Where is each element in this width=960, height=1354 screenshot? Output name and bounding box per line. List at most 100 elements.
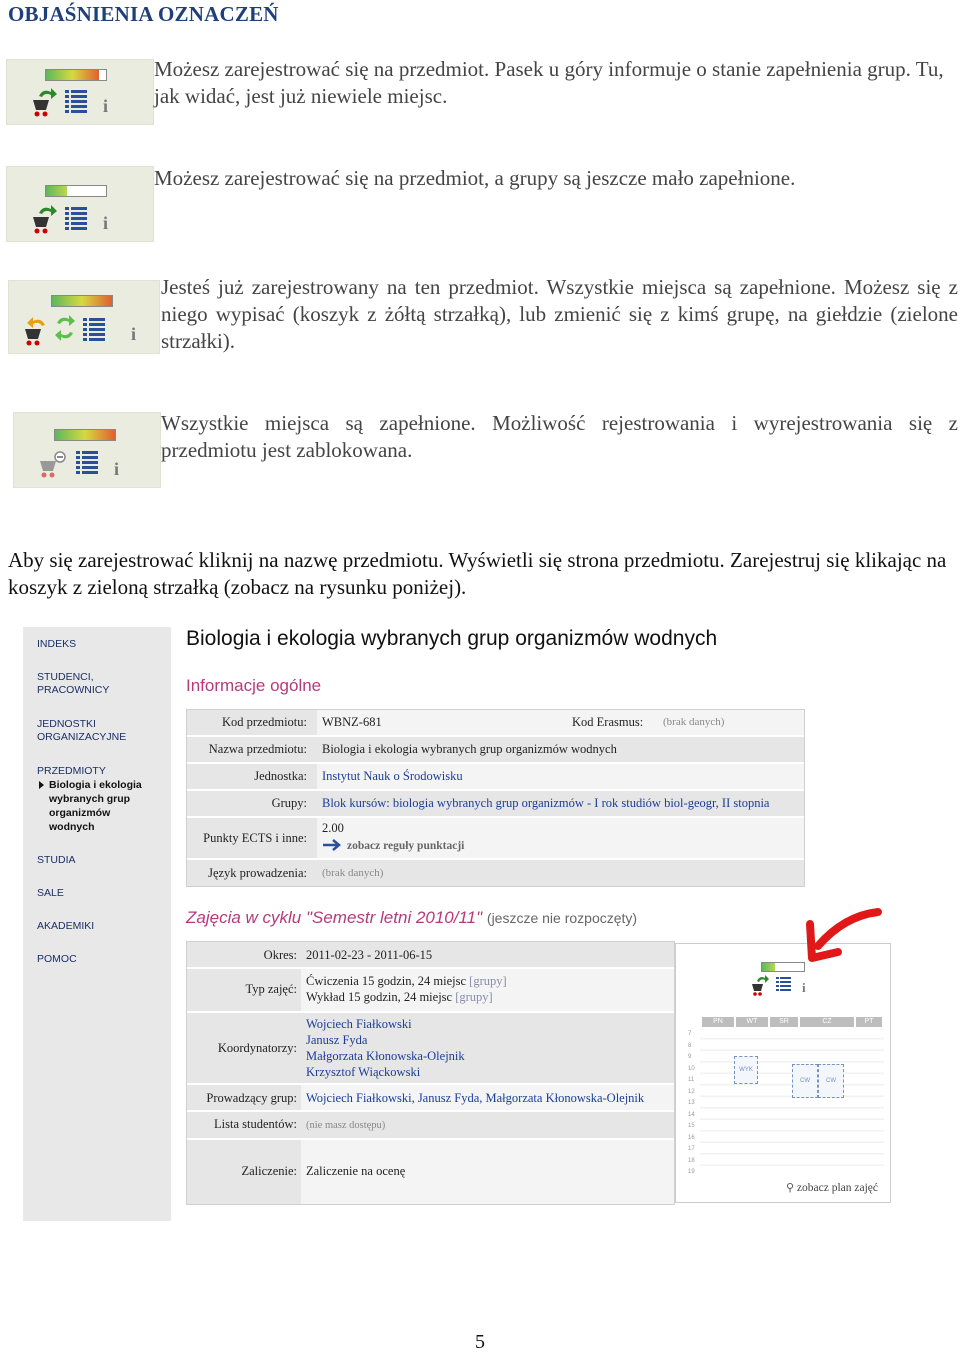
- nav-current-course-3[interactable]: organizmów: [49, 806, 110, 820]
- grupy-label: Grupy:: [271, 796, 307, 810]
- hour-label: 15: [688, 1123, 695, 1129]
- arrow-right-icon: [323, 839, 341, 851]
- grupy-link-1[interactable]: [grupy]: [469, 974, 507, 988]
- nav-jednostki-2[interactable]: ORGANIZACYJNE: [37, 731, 126, 744]
- coordinator-link[interactable]: Małgorzata Kłonowska-Olejnik: [306, 1048, 465, 1064]
- legend-text: Jesteś już zarejestrowany na ten przedmi…: [161, 275, 958, 353]
- day-header: ŚR: [770, 1017, 798, 1027]
- jezyk-label: Język prowadzenia:: [208, 866, 307, 880]
- mini-timetable: [700, 1028, 884, 1174]
- hour-label: 18: [688, 1157, 695, 1164]
- timetable-block[interactable]: CW: [818, 1064, 844, 1098]
- legend-icon-low-fill: i: [6, 166, 154, 242]
- nav-studenci[interactable]: STUDENCI,: [37, 671, 94, 684]
- day-header: PN: [702, 1017, 734, 1027]
- nav-pomoc[interactable]: POMOC: [37, 953, 77, 966]
- legend-icon-blocked: i: [13, 412, 161, 488]
- cart-blocked-icon: i: [40, 451, 119, 479]
- kod-value: WBNZ-681: [322, 715, 382, 729]
- ects-value: 2.00: [322, 821, 344, 835]
- table-row: Prowadzący grup: Wojciech Fiałkowski, Ja…: [187, 1085, 674, 1112]
- legend-text: Wszystkie miejsca są zapełnione. Możliwo…: [161, 411, 958, 462]
- nav-current-course-4[interactable]: wodnych: [49, 820, 95, 834]
- section-cycle-heading: Zajęcia w cyklu "Semestr letni 2010/11" …: [186, 908, 637, 928]
- erasmus-value: (brak danych): [663, 716, 725, 728]
- cart-register-icon: i: [33, 205, 108, 234]
- timetable-block[interactable]: WYK: [734, 1056, 758, 1084]
- nav-studenci-2[interactable]: PRACOWNICY: [37, 684, 109, 697]
- typ-label: Typ zajęć:: [245, 982, 297, 996]
- day-header: WT: [736, 1017, 768, 1027]
- table-row: Zaliczenie: Zaliczenie na ocenę: [187, 1140, 674, 1204]
- svg-text:i: i: [103, 213, 108, 233]
- fill-bar: [45, 185, 107, 197]
- hour-label: 16: [688, 1134, 695, 1141]
- fill-bar: [54, 429, 116, 441]
- cycle-info-table: Okres: 2011-02-23 - 2011-06-15 Typ zajęć…: [186, 941, 675, 1205]
- nav-przedmioty[interactable]: PRZEDMIOTY: [37, 765, 106, 778]
- zaliczenie-value: Zaliczenie na ocenę: [306, 1164, 406, 1178]
- typ-2-text: Wykład 15 godzin, 24 miejsc: [306, 990, 453, 1004]
- plan-link[interactable]: ⚲ zobacz plan zajęć: [786, 1181, 878, 1194]
- cart-register-icon[interactable]: i: [750, 974, 820, 998]
- jezyk-value: (brak danych): [322, 867, 384, 879]
- okres-label: Okres:: [263, 948, 297, 962]
- lista-value: (nie masz dostępu): [306, 1120, 386, 1131]
- jednostka-link[interactable]: Instytut Nauk o Środowisku: [322, 769, 463, 784]
- cart-unregister-icon: i: [25, 315, 136, 346]
- ects-label: Punkty ECTS i inne:: [203, 831, 307, 845]
- coordinator-link[interactable]: Janusz Fyda: [306, 1032, 367, 1048]
- plan-link-label: zobacz plan zajęć: [796, 1182, 878, 1194]
- nav-akademiki[interactable]: AKADEMIKI: [37, 920, 94, 933]
- typ-line-2: Wykład 15 godzin, 24 miejsc [grupy]: [306, 989, 493, 1005]
- triangle-right-icon: [39, 781, 44, 789]
- erasmus-label: Kod Erasmus:: [572, 715, 644, 729]
- hour-label: 10: [688, 1065, 695, 1072]
- table-row: Nazwa przedmiotu: Biologia i ekologia wy…: [187, 737, 804, 764]
- table-row: Jednostka: Instytut Nauk o Środowisku: [187, 764, 804, 791]
- instruction-text: Aby się zarejestrować kliknij na nazwę p…: [8, 548, 947, 599]
- nazwa-value: Biologia i ekologia wybranych grup organ…: [322, 742, 617, 756]
- hour-label: 19: [688, 1169, 695, 1175]
- red-arrow-annotation: [806, 908, 882, 962]
- table-row: Kod przedmiotu: WBNZ-681 Kod Erasmus: (b…: [187, 710, 804, 737]
- typ-1-text: Ćwiczenia 15 godzin, 24 miejsc: [306, 974, 467, 988]
- hour-label: 7: [688, 1031, 692, 1037]
- nav-indeks[interactable]: INDEKS: [37, 638, 76, 651]
- day-header: CZ: [800, 1017, 854, 1027]
- coordinator-link[interactable]: Wojciech Fiałkowski: [306, 1016, 412, 1032]
- hour-labels: 7 8 9 10 11 12 13 14 15 16 17 18 19: [688, 1029, 700, 1179]
- nav-sale[interactable]: SALE: [37, 887, 64, 900]
- cart-register-icon: i: [33, 88, 108, 117]
- prowadzacy-links[interactable]: Wojciech Fiałkowski, Janusz Fyda, Małgor…: [306, 1090, 644, 1106]
- fill-bar: [51, 295, 113, 307]
- grupy-link-2[interactable]: [grupy]: [455, 990, 493, 1004]
- lista-label: Lista studentów:: [214, 1117, 297, 1131]
- course-page-screenshot: INDEKS STUDENCI, PRACOWNICY JEDNOSTKI OR…: [23, 627, 893, 1221]
- nav-current-course-2[interactable]: wybranych grup: [49, 792, 130, 806]
- nav-jednostki[interactable]: JEDNOSTKI: [37, 718, 96, 731]
- coordinator-link[interactable]: Krzysztof Wiąckowski: [306, 1064, 420, 1080]
- nav-studia[interactable]: STUDIA: [37, 854, 76, 867]
- magnifier-icon: ⚲: [785, 1182, 795, 1194]
- jednostka-label: Jednostka:: [254, 769, 307, 783]
- legend-icon-registered: i: [8, 280, 160, 354]
- cycle-heading-text: Zajęcia w cyklu "Semestr letni 2010/11": [186, 908, 483, 927]
- table-row: Grupy: Blok kursów: biologia wybranych g…: [187, 791, 804, 818]
- legend-icon-almost-full: i: [6, 59, 154, 125]
- table-row: Okres: 2011-02-23 - 2011-06-15: [187, 942, 674, 969]
- page-heading: OBJAŚNIENIA OZNACZEŃ: [8, 2, 279, 26]
- svg-text:i: i: [103, 96, 108, 116]
- ects-rules-link[interactable]: zobacz reguły punktacji: [347, 840, 464, 852]
- hour-label: 8: [688, 1042, 692, 1049]
- table-row: Lista studentów: (nie masz dostępu): [187, 1112, 674, 1140]
- timetable-block[interactable]: CW: [792, 1064, 818, 1098]
- nav-current-course[interactable]: Biologia i ekologia: [49, 778, 142, 792]
- fill-bar: [45, 69, 107, 81]
- svg-text:i: i: [802, 980, 806, 995]
- grupy-link[interactable]: Blok kursów: biologia wybranych grup org…: [322, 796, 769, 811]
- registration-panel: i PN WT ŚR CZ PT 7 8 9 10 11 12 13 14 15…: [675, 908, 891, 1203]
- prowadzacy-label: Prowadzący grup:: [206, 1091, 297, 1105]
- okres-value: 2011-02-23 - 2011-06-15: [306, 948, 433, 962]
- general-info-table: Kod przedmiotu: WBNZ-681 Kod Erasmus: (b…: [186, 709, 805, 887]
